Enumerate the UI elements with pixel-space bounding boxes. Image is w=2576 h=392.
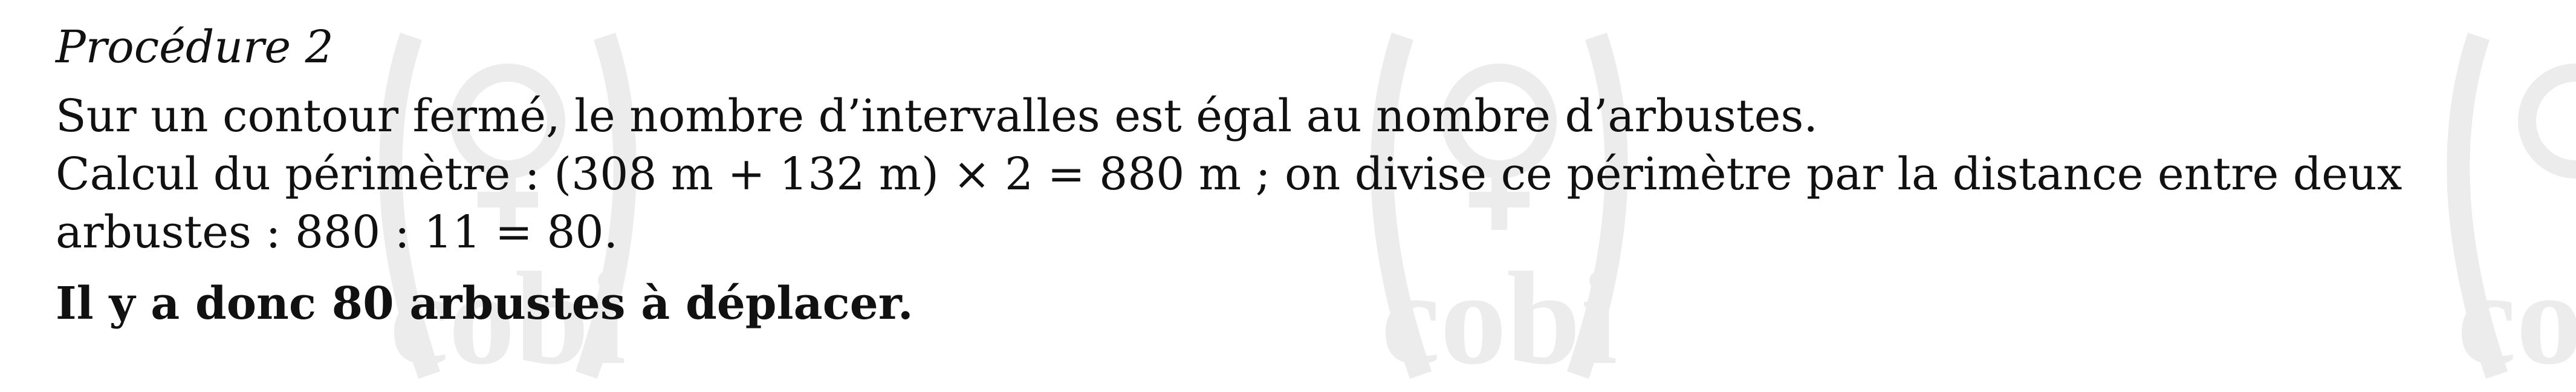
text-line: Calcul du périmètre : (308 m + 132 m) × …: [56, 148, 2402, 200]
text-line: arbustes : 880 : 11 = 80.: [56, 206, 618, 258]
document-body: Procédure 2 Sur un contour fermé, le nom…: [56, 18, 2534, 333]
procedure-heading: Procédure 2: [56, 21, 334, 73]
explanation-paragraph: Sur un contour fermé, le nombre d’interv…: [56, 87, 2534, 261]
conclusion-text: Il y a donc 80 arbustes à déplacer.: [56, 278, 913, 330]
text-line: Sur un contour fermé, le nombre d’interv…: [56, 90, 1818, 142]
